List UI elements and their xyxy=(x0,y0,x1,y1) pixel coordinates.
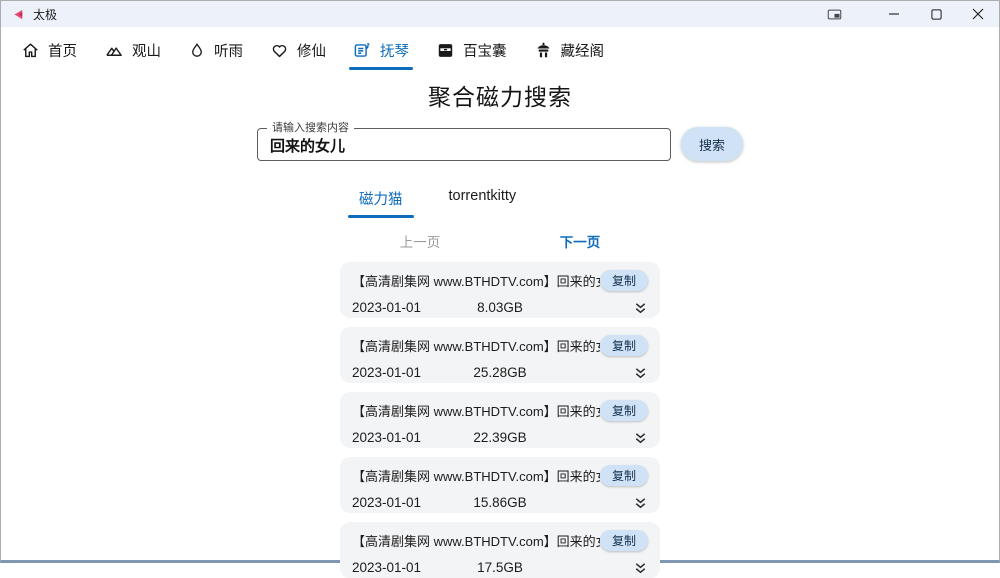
main-content: 聚合磁力搜索 请输入搜索内容 搜索 磁力猫 torrentkitty 上一页 下… xyxy=(1,73,999,578)
active-nav-underline xyxy=(349,67,413,70)
music-doc-icon xyxy=(353,41,372,60)
inbox-icon xyxy=(436,41,455,60)
double-chevron-down-icon xyxy=(633,496,648,510)
maximize-icon[interactable] xyxy=(915,1,957,27)
raindrop-icon xyxy=(188,41,206,60)
mountain-icon xyxy=(104,41,124,60)
nav-label: 抚琴 xyxy=(380,40,409,61)
result-card: 【高清剧集网 www.BTHDTV.com】回来的女儿[全 复制 2023-01… xyxy=(340,522,660,578)
nav-item-music[interactable]: 抚琴 xyxy=(353,27,409,73)
prev-page-button[interactable]: 上一页 xyxy=(400,231,441,251)
result-card: 【高清剧集网 www.BTHDTV.com】回来的女儿[全 复制 2023-01… xyxy=(340,262,660,318)
active-tab-underline xyxy=(348,215,414,218)
nav-item-treasure[interactable]: 百宝囊 xyxy=(436,27,507,73)
result-card: 【高清剧集网 www.BTHDTV.com】回来的女儿[全 复制 2023-01… xyxy=(340,327,660,383)
result-list: 【高清剧集网 www.BTHDTV.com】回来的女儿[全 复制 2023-01… xyxy=(340,262,660,578)
next-page-button[interactable]: 下一页 xyxy=(560,231,601,251)
expand-button[interactable] xyxy=(633,366,648,380)
source-tabs: 磁力猫 torrentkitty xyxy=(340,181,660,218)
result-title: 【高清剧集网 www.BTHDTV.com】回来的女儿[全 xyxy=(352,531,600,550)
result-title: 【高清剧集网 www.BTHDTV.com】回来的女儿[全 xyxy=(352,401,600,420)
expand-button[interactable] xyxy=(633,431,648,445)
nav-item-library[interactable]: 藏经阁 xyxy=(534,27,605,73)
tab-label: torrentkitty xyxy=(449,188,517,204)
titlebar: 太极 xyxy=(1,1,999,27)
double-chevron-down-icon xyxy=(633,301,648,315)
app-logo-icon xyxy=(11,7,26,22)
nav-label: 百宝囊 xyxy=(463,40,507,61)
result-date: 2023-01-01 xyxy=(352,365,421,380)
results-column: 磁力猫 torrentkitty 上一页 下一页 【高清剧集网 www.BTHD… xyxy=(340,181,660,578)
tab-cilimao[interactable]: 磁力猫 xyxy=(348,181,414,218)
main-nav: 首页 观山 听雨 修仙 xyxy=(1,27,999,73)
double-chevron-down-icon xyxy=(633,431,648,445)
copy-button[interactable]: 复制 xyxy=(600,465,648,486)
search-input-wrap: 请输入搜索内容 xyxy=(257,128,671,161)
nav-item-home[interactable]: 首页 xyxy=(21,27,77,73)
mini-window-icon[interactable] xyxy=(813,1,855,27)
result-card: 【高清剧集网 www.BTHDTV.com】回来的女儿[全 复制 2023-01… xyxy=(340,392,660,448)
result-title: 【高清剧集网 www.BTHDTV.com】回来的女儿[全 xyxy=(352,336,600,355)
tab-label: 磁力猫 xyxy=(359,192,403,208)
pagination: 上一页 下一页 xyxy=(340,231,660,251)
heart-icon xyxy=(270,41,289,60)
result-date: 2023-01-01 xyxy=(352,300,421,315)
expand-button[interactable] xyxy=(633,496,648,510)
search-input-label: 请输入搜索内容 xyxy=(267,121,354,135)
double-chevron-down-icon xyxy=(633,366,648,380)
search-button[interactable]: 搜索 xyxy=(681,127,743,161)
nav-label: 藏经阁 xyxy=(561,40,605,61)
copy-button[interactable]: 复制 xyxy=(600,335,648,356)
copy-button[interactable]: 复制 xyxy=(600,400,648,421)
minimize-icon[interactable] xyxy=(873,1,915,27)
app-window: 太极 xyxy=(0,0,1000,563)
result-title: 【高清剧集网 www.BTHDTV.com】回来的女儿[全 xyxy=(352,466,600,485)
app-title: 太极 xyxy=(33,6,57,23)
nav-item-rain[interactable]: 听雨 xyxy=(188,27,243,73)
nav-label: 听雨 xyxy=(214,40,243,61)
result-date: 2023-01-01 xyxy=(352,430,421,445)
temple-icon xyxy=(534,41,553,60)
copy-button[interactable]: 复制 xyxy=(600,530,648,551)
tab-torrentkitty[interactable]: torrentkitty xyxy=(438,181,528,218)
copy-button[interactable]: 复制 xyxy=(600,270,648,291)
result-date: 2023-01-01 xyxy=(352,495,421,510)
close-icon[interactable] xyxy=(957,1,999,27)
nav-label: 首页 xyxy=(48,40,77,61)
search-row: 请输入搜索内容 搜索 xyxy=(1,127,999,161)
result-title: 【高清剧集网 www.BTHDTV.com】回来的女儿[全 xyxy=(352,271,600,290)
expand-button[interactable] xyxy=(633,301,648,315)
home-icon xyxy=(21,41,40,60)
page-title: 聚合磁力搜索 xyxy=(1,78,999,112)
nav-item-heart[interactable]: 修仙 xyxy=(270,27,326,73)
nav-label: 修仙 xyxy=(297,40,326,61)
result-card: 【高清剧集网 www.BTHDTV.com】回来的女儿[全 复制 2023-01… xyxy=(340,457,660,513)
nav-label: 观山 xyxy=(132,40,161,61)
nav-item-mountain[interactable]: 观山 xyxy=(104,27,161,73)
result-date: 2023-01-01 xyxy=(352,560,421,575)
window-controls xyxy=(813,1,999,27)
